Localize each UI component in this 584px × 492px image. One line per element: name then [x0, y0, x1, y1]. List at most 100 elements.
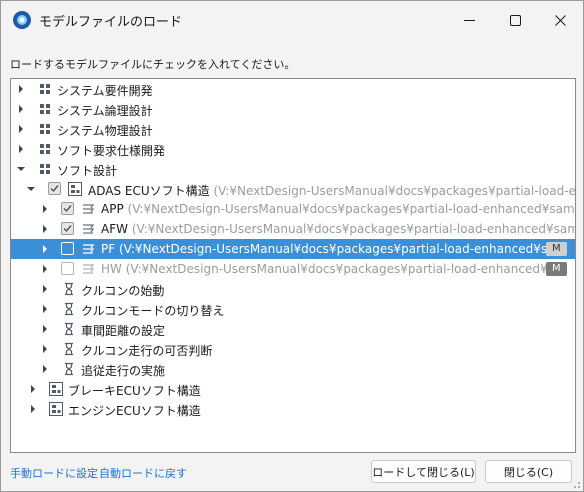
reset-auto-load-link[interactable]: 自動ロードに戻す — [99, 465, 187, 481]
checkmark-icon — [63, 205, 72, 213]
tree-item-system-physical-design[interactable]: システム物理設計 — [11, 119, 575, 139]
chevron-right-icon[interactable] — [15, 99, 27, 119]
category-grid-icon — [40, 84, 50, 94]
chevron-right-icon[interactable] — [39, 359, 51, 379]
chevron-right-icon[interactable] — [39, 299, 51, 319]
tree-item-text: ADAS ECUソフト構造 (V:¥NextDesign-UsersManual… — [88, 182, 576, 199]
instruction-text: ロードするモデルファイルにチェックを入れてください。 — [10, 58, 296, 71]
category-grid-icon — [40, 144, 50, 154]
checkbox-app[interactable] — [61, 202, 74, 215]
structure-diagram-icon — [49, 402, 63, 416]
chevron-right-icon[interactable] — [27, 399, 39, 419]
tree-item-follow-driving[interactable]: 追従走行の実施 — [11, 359, 575, 379]
tree-item-label: ソフト要求仕様開発 — [57, 144, 166, 158]
tree-item-system-requirements[interactable]: システム要件開発 — [11, 79, 575, 99]
modified-badge: M — [546, 262, 567, 276]
tree-item-adas-ecu[interactable]: ADAS ECUソフト構造 (V:¥NextDesign-UsersManual… — [11, 179, 575, 199]
tree-item-app[interactable]: APP (V:¥NextDesign-UsersManual¥docs¥pack… — [11, 199, 575, 219]
chevron-right-icon[interactable] — [39, 339, 51, 359]
tree-item-label: ブレーキECUソフト構造 — [68, 384, 201, 398]
sequence-icon — [65, 282, 73, 296]
tree-item-label: システム要件開発 — [57, 84, 153, 98]
tree-item-path: (V:¥NextDesign-UsersManual¥docs¥packages… — [213, 184, 576, 198]
tree-item-cruise-start[interactable]: クルコンの始動 — [11, 279, 575, 299]
load-and-close-button[interactable]: ロードして閉じる(L) — [371, 460, 476, 483]
tree-item-path: (V:¥NextDesign-UsersManual¥docs¥packages… — [127, 202, 576, 216]
close-window-button[interactable] — [537, 1, 583, 39]
chevron-right-icon[interactable] — [39, 319, 51, 339]
tree-item-cruise-feasibility[interactable]: クルコン走行の可否判断 — [11, 339, 575, 359]
minimize-icon — [463, 19, 475, 21]
tree-item-brake-ecu[interactable]: ブレーキECUソフト構造 — [11, 379, 575, 399]
tree-item-label: クルコンモードの切り替え — [81, 304, 225, 318]
tree-item-label: APP — [101, 202, 124, 216]
tree-item-hw[interactable]: HW (V:¥NextDesign-UsersManual¥docs¥packa… — [11, 259, 575, 279]
tree-item-label: 追従走行の実施 — [81, 364, 166, 378]
checkbox-adas-ecu[interactable] — [48, 182, 61, 195]
chevron-right-icon[interactable] — [15, 79, 27, 99]
chevron-right-icon[interactable] — [15, 139, 27, 159]
tree-item-label: クルコンの始動 — [81, 284, 165, 298]
checkmark-icon — [63, 225, 72, 233]
model-stack-icon — [83, 204, 95, 214]
tree-item-system-logical-design[interactable]: システム論理設計 — [11, 99, 575, 119]
title-bar[interactable]: モデルファイルのロード — [1, 1, 583, 39]
chevron-down-icon[interactable] — [15, 159, 27, 179]
chevron-right-icon[interactable] — [15, 119, 27, 139]
tree-item-path: (V:¥NextDesign-UsersManual¥docs¥packages… — [131, 222, 576, 236]
tree-item-afw[interactable]: AFW (V:¥NextDesign-UsersManual¥docs¥pack… — [11, 219, 575, 239]
maximize-button[interactable] — [492, 1, 538, 39]
tree-item-text: APP (V:¥NextDesign-UsersManual¥docs¥pack… — [101, 202, 576, 216]
close-button[interactable]: 閉じる(C) — [485, 460, 572, 483]
tree-item-path: (V:¥NextDesign-UsersManual¥docs¥packages… — [118, 242, 555, 256]
tree-item-label: システム論理設計 — [57, 104, 153, 118]
checkbox-afw[interactable] — [61, 222, 74, 235]
tree-item-software-requirements[interactable]: ソフト要求仕様開発 — [11, 139, 575, 159]
chevron-right-icon[interactable] — [39, 259, 51, 279]
sequence-icon — [65, 322, 73, 336]
tree-item-engine-ecu[interactable]: エンジンECUソフト構造 — [11, 399, 575, 419]
chevron-down-icon[interactable] — [25, 179, 37, 199]
chevron-right-icon[interactable] — [39, 219, 51, 239]
tree-item-pf[interactable]: PF (V:¥NextDesign-UsersManual¥docs¥packa… — [11, 239, 575, 259]
chevron-right-icon[interactable] — [39, 199, 51, 219]
tree-item-label: ADAS ECUソフト構造 — [88, 184, 210, 198]
tree-item-text: AFW (V:¥NextDesign-UsersManual¥docs¥pack… — [101, 222, 576, 236]
model-stack-icon — [83, 224, 95, 234]
checkbox-pf[interactable] — [61, 242, 74, 255]
modified-badge: M — [546, 242, 567, 256]
tree-item-label: HW — [101, 262, 122, 276]
category-grid-icon — [40, 104, 50, 114]
tree-item-path: (V:¥NextDesign-UsersManual¥docs¥packages… — [125, 262, 562, 276]
tree-item-label: クルコン走行の可否判断 — [81, 344, 213, 358]
tree-item-cruise-mode-switch[interactable]: クルコンモードの切り替え — [11, 299, 575, 319]
tree-item-software-design[interactable]: ソフト設計 — [11, 159, 575, 179]
tree-item-distance-setting[interactable]: 車間距離の設定 — [11, 319, 575, 339]
category-grid-icon — [40, 164, 50, 174]
tree-item-label: AFW — [101, 222, 128, 236]
set-manual-load-link[interactable]: 手動ロードに設定 — [10, 465, 98, 481]
chevron-right-icon[interactable] — [39, 279, 51, 299]
tree-item-label: システム物理設計 — [57, 124, 153, 138]
maximize-icon — [509, 14, 521, 26]
resize-grip-icon[interactable] — [571, 479, 581, 489]
sequence-icon — [65, 302, 73, 316]
model-stack-icon — [83, 244, 95, 254]
tree-item-text: PF (V:¥NextDesign-UsersManual¥docs¥packa… — [101, 242, 554, 256]
model-file-tree[interactable]: システム要件開発 システム論理設計 システム物理設計 ソフト要求仕様開発 ソフト… — [10, 78, 576, 453]
sequence-icon — [65, 342, 73, 356]
dialog-window: モデルファイルのロード ロードするモデルファイルにチェックを入れてください。 シ… — [0, 0, 584, 492]
chevron-right-icon[interactable] — [39, 239, 51, 259]
window-title: モデルファイルのロード — [39, 15, 183, 30]
sequence-icon — [65, 362, 73, 376]
checkmark-icon — [50, 185, 59, 193]
chevron-right-icon[interactable] — [27, 379, 39, 399]
app-logo-icon — [13, 11, 31, 29]
tree-item-label: PF — [101, 242, 116, 256]
minimize-button[interactable] — [446, 1, 492, 39]
model-stack-icon — [83, 264, 95, 274]
checkbox-hw[interactable] — [61, 262, 74, 275]
tree-item-text: HW (V:¥NextDesign-UsersManual¥docs¥packa… — [101, 262, 561, 276]
category-grid-icon — [40, 124, 50, 134]
structure-diagram-icon — [68, 182, 82, 196]
